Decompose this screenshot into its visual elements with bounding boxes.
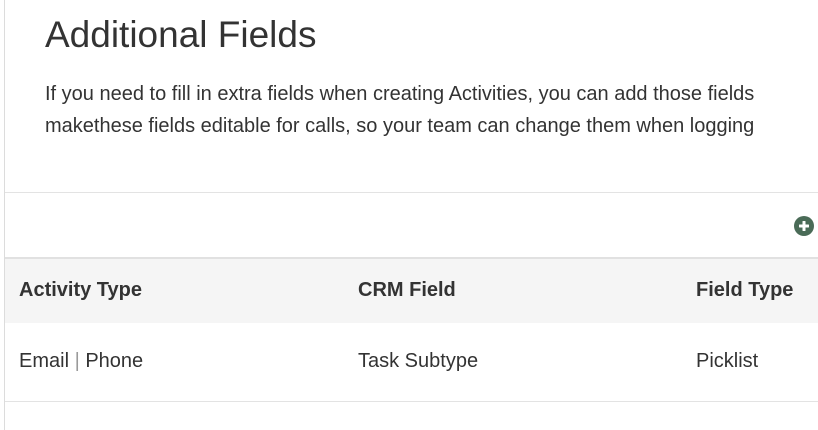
cell-field-type: Picklist [696, 350, 759, 372]
column-header-field-type[interactable]: Field Type [696, 279, 793, 302]
plus-circle-icon[interactable] [793, 215, 815, 237]
cell-activity-type: Email | Phone [19, 350, 143, 373]
divider [5, 192, 818, 193]
section-description: If you need to fill in extra fields when… [45, 78, 818, 142]
table-row[interactable]: Email | Phone Task Subtype Picklist [5, 323, 818, 402]
activity-type-email: Email [19, 350, 70, 372]
activity-type-phone: Phone [85, 350, 144, 372]
additional-fields-panel: Additional Fields If you need to fill in… [4, 0, 818, 430]
description-line-1: If you need to fill in extra fields when… [45, 83, 755, 105]
description-line-2: makethese fields editable for calls, so … [45, 115, 755, 137]
column-header-activity-type[interactable]: Activity Type [19, 279, 142, 302]
activity-type-separator: | [74, 350, 80, 372]
page-title: Additional Fields [45, 14, 317, 55]
cell-crm-field: Task Subtype [358, 350, 479, 372]
column-header-crm-field[interactable]: CRM Field [358, 279, 456, 302]
table-header: Activity Type CRM Field Field Type [5, 257, 818, 325]
